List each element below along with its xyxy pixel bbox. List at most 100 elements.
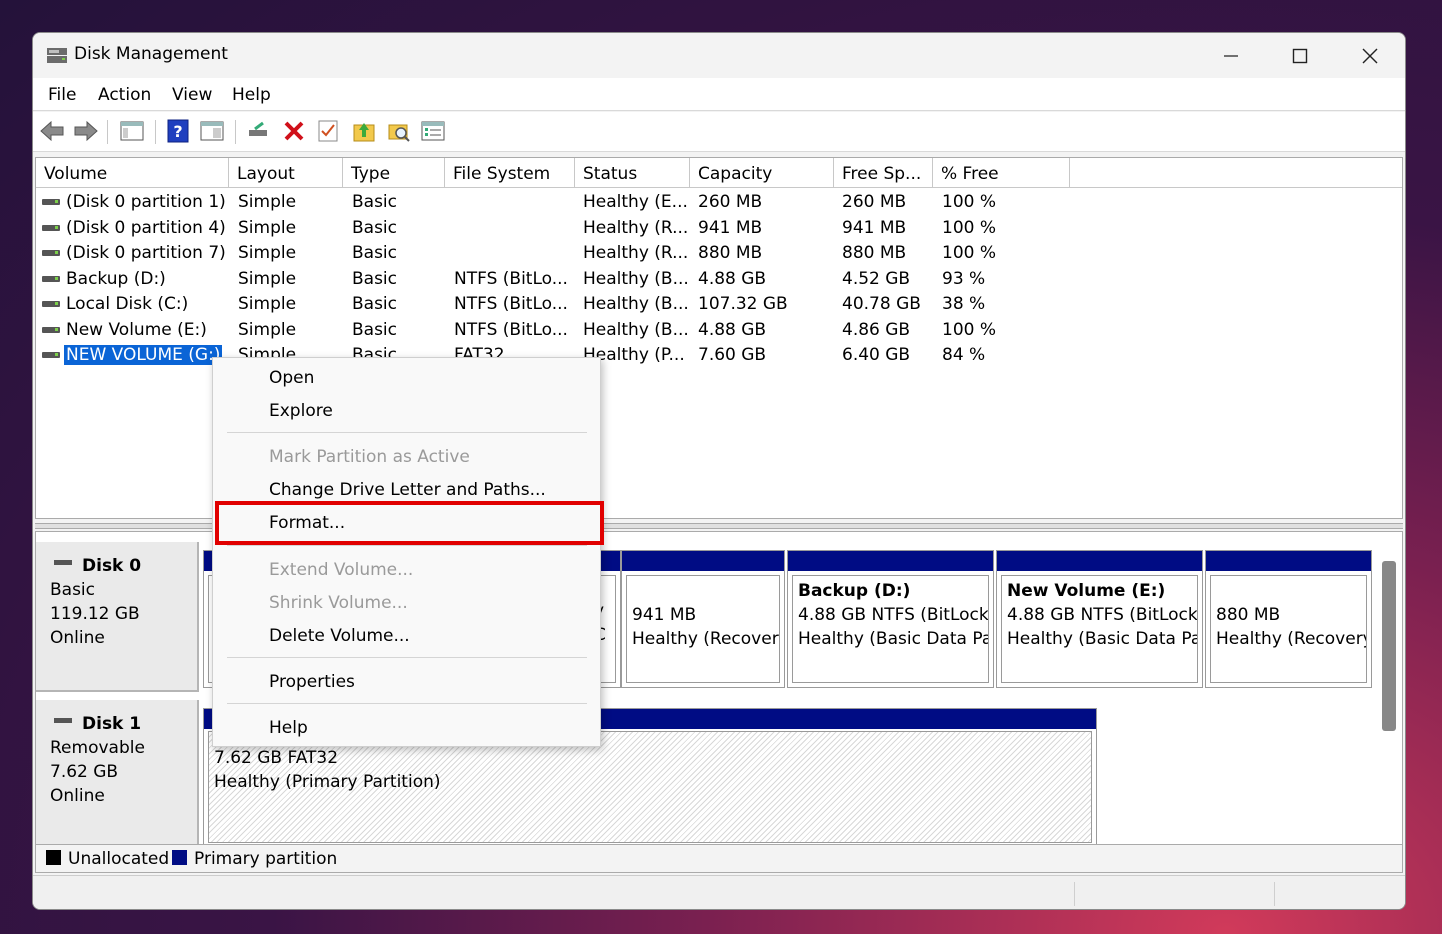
- maximize-icon: [1292, 48, 1308, 63]
- vertical-scrollbar-thumb[interactable]: [1382, 561, 1396, 731]
- cell-volume: Local Disk (C:): [66, 294, 189, 314]
- menu-item-delete-volume[interactable]: Delete Volume...: [269, 626, 410, 646]
- volume-icon: [42, 301, 60, 307]
- disk-0-partition-new-volume[interactable]: New Volume (E:) 4.88 GB NTFS (BitLocke H…: [996, 550, 1203, 688]
- partition-bar: [788, 551, 993, 571]
- table-row[interactable]: Backup (D:) Simple Basic NTFS (BitLo... …: [36, 267, 1136, 292]
- disk-0-size: 119.12 GB: [50, 604, 140, 624]
- maximize-button[interactable]: [1266, 33, 1334, 78]
- menu-action[interactable]: Action: [98, 85, 151, 105]
- partition-bar: [1206, 551, 1371, 571]
- table-row[interactable]: (Disk 0 partition 4) Simple Basic Health…: [36, 216, 1136, 241]
- properties-view-button[interactable]: [199, 118, 225, 144]
- menu-item-change-drive-letter[interactable]: Change Drive Letter and Paths...: [269, 480, 546, 500]
- back-button[interactable]: [39, 118, 65, 144]
- menu-bar: File Action View Help: [33, 78, 1405, 111]
- menu-view[interactable]: View: [172, 85, 212, 105]
- properties-view-icon: [200, 121, 224, 141]
- disk-0-label[interactable]: Disk 0 Basic 119.12 GB Online: [36, 542, 199, 692]
- cell-layout: Simple: [238, 269, 297, 289]
- partition-bar: [997, 551, 1202, 571]
- column-header-empty: [1070, 158, 1402, 188]
- console-tree-icon: [120, 121, 144, 141]
- cell-layout: Simple: [238, 218, 297, 238]
- minimize-button[interactable]: [1197, 33, 1265, 78]
- disk-0-partition-recovery[interactable]: 941 MB Healthy (Recovery: [621, 550, 785, 688]
- cell-percent-free: 100 %: [942, 192, 997, 212]
- context-menu: Open Explore Mark Partition as Active Ch…: [212, 357, 601, 747]
- menu-item-open[interactable]: Open: [269, 368, 314, 388]
- cell-file-system: NTFS (BitLo...: [454, 320, 568, 340]
- check-icon: [318, 120, 338, 142]
- svg-text:?: ?: [173, 122, 182, 141]
- cell-status: Healthy (E...: [583, 192, 688, 212]
- help-toolbar-button[interactable]: ?: [165, 118, 191, 144]
- volume-icon: [42, 199, 60, 205]
- column-header-percent-free[interactable]: % Free: [933, 158, 1070, 188]
- partition-size: 7.62 GB FAT32: [214, 748, 339, 768]
- cell-layout: Simple: [238, 243, 297, 263]
- up-folder-button[interactable]: [351, 118, 377, 144]
- partition-status: Healthy (Basic Data Par: [1007, 629, 1198, 649]
- unallocated-swatch: [46, 850, 61, 865]
- list-button[interactable]: [420, 118, 446, 144]
- window-title: Disk Management: [74, 44, 228, 64]
- volume-icon: [42, 327, 60, 333]
- column-header-type[interactable]: Type: [343, 158, 445, 188]
- volume-icon: [42, 276, 60, 282]
- disk-1-name: Disk 1: [50, 712, 197, 736]
- partition-body: NEW VOLUME (G:) 7.62 GB FAT32 Healthy (P…: [208, 731, 1092, 843]
- table-row[interactable]: New Volume (E:) Simple Basic NTFS (BitLo…: [36, 318, 1136, 343]
- up-folder-icon: [353, 123, 375, 142]
- disk-1-label[interactable]: Disk 1 Removable 7.62 GB Online: [36, 700, 199, 844]
- cell-capacity: 107.32 GB: [698, 294, 788, 314]
- partition-body: 880 MB Healthy (Recovery: [1210, 575, 1367, 683]
- search-folder-button[interactable]: [386, 118, 412, 144]
- column-header-file-system[interactable]: File System: [445, 158, 575, 188]
- column-header-capacity[interactable]: Capacity: [690, 158, 834, 188]
- menu-separator: [227, 703, 587, 704]
- console-tree-button[interactable]: [119, 118, 145, 144]
- partition-body: Backup (D:) 4.88 GB NTFS (BitLocke Healt…: [792, 575, 989, 683]
- delete-icon: [284, 121, 304, 141]
- disk-management-app-icon: [47, 48, 67, 63]
- disk-0-kind: Basic: [50, 580, 96, 600]
- forward-arrow-icon: [74, 120, 98, 142]
- check-button[interactable]: [315, 118, 341, 144]
- cell-type: Basic: [352, 218, 398, 238]
- menu-help[interactable]: Help: [232, 85, 271, 105]
- table-row[interactable]: (Disk 0 partition 7) Simple Basic Health…: [36, 241, 1136, 266]
- cell-status: Healthy (B...: [583, 269, 689, 289]
- search-folder-icon: [388, 124, 410, 142]
- cell-volume: (Disk 0 partition 1): [66, 192, 226, 212]
- menu-item-explore[interactable]: Explore: [269, 401, 333, 421]
- delete-button[interactable]: [281, 118, 307, 144]
- cell-type: Basic: [352, 192, 398, 212]
- minimize-icon: [1224, 54, 1238, 57]
- disk-0-partition-recovery-2[interactable]: 880 MB Healthy (Recovery: [1205, 550, 1372, 688]
- cell-layout: Simple: [238, 294, 297, 314]
- table-row[interactable]: (Disk 0 partition 1) Simple Basic Health…: [36, 190, 1136, 215]
- menu-separator: [227, 545, 587, 546]
- cell-capacity: 880 MB: [698, 243, 763, 263]
- close-button[interactable]: [1336, 33, 1404, 78]
- menu-item-shrink-volume: Shrink Volume...: [269, 593, 408, 613]
- volume-icon: [42, 225, 60, 231]
- menu-item-properties[interactable]: Properties: [269, 672, 355, 692]
- cell-volume: (Disk 0 partition 4): [66, 218, 226, 238]
- table-row[interactable]: Local Disk (C:) Simple Basic NTFS (BitLo…: [36, 292, 1136, 317]
- connect-icon: [249, 121, 267, 136]
- menu-file[interactable]: File: [48, 85, 76, 105]
- column-header-status[interactable]: Status: [575, 158, 690, 188]
- disk-1-size: 7.62 GB: [50, 762, 119, 782]
- column-header-free-space[interactable]: Free Sp...: [834, 158, 933, 188]
- forward-button[interactable]: [73, 118, 99, 144]
- column-header-layout[interactable]: Layout: [229, 158, 343, 188]
- disk-1-kind: Removable: [50, 738, 145, 758]
- connect-button[interactable]: [246, 118, 272, 144]
- column-header-volume[interactable]: Volume: [36, 158, 229, 188]
- menu-item-help[interactable]: Help: [269, 718, 308, 738]
- toolbar: ?: [33, 112, 1405, 152]
- disk-0-partition-backup[interactable]: Backup (D:) 4.88 GB NTFS (BitLocke Healt…: [787, 550, 994, 688]
- toolbar-separator: [235, 120, 236, 144]
